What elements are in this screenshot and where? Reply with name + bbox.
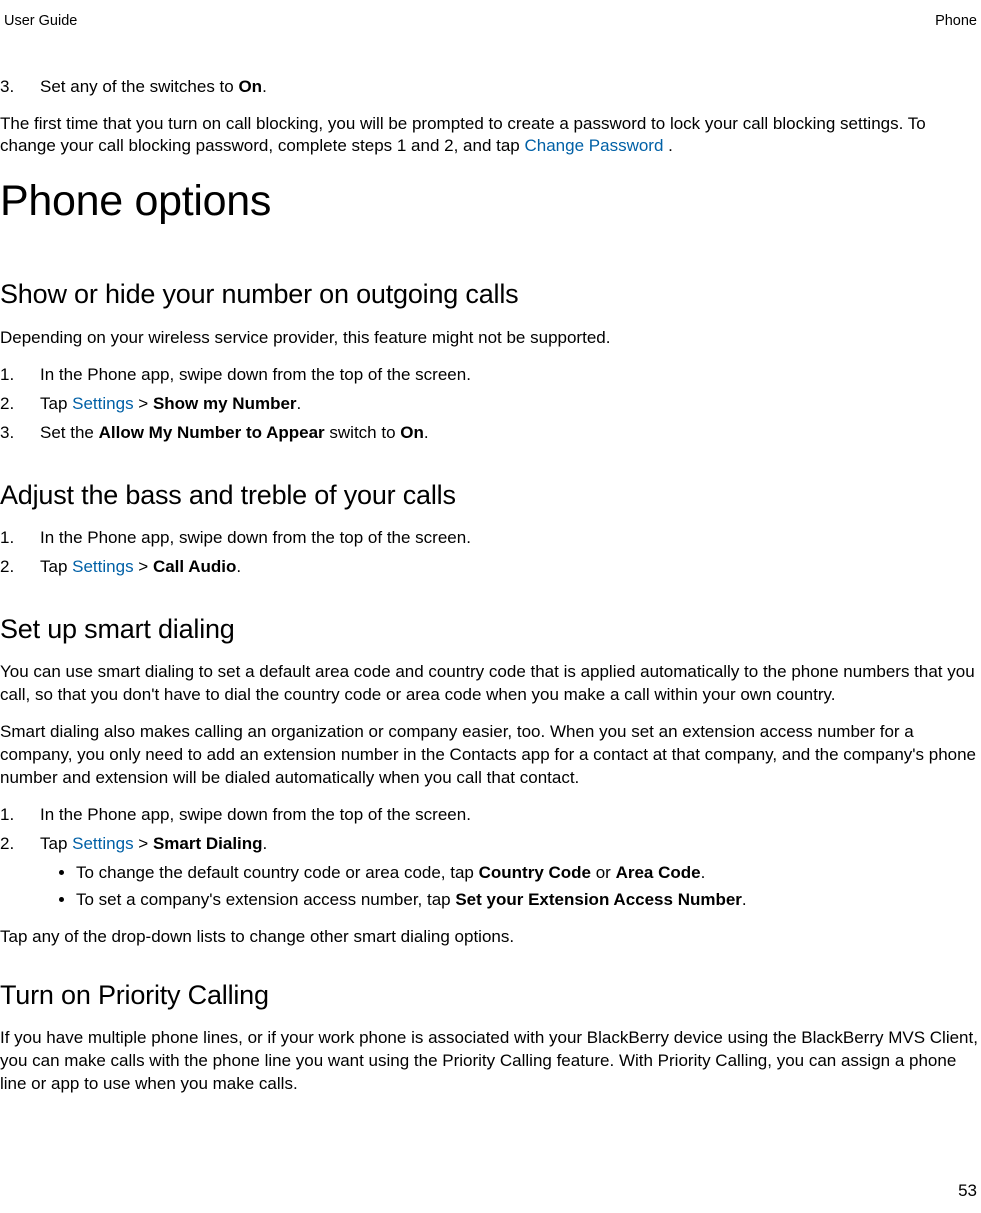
section-heading-priority-calling: Turn on Priority Calling xyxy=(0,977,981,1013)
link-settings[interactable]: Settings xyxy=(72,557,133,576)
bold: Call Audio xyxy=(153,557,236,576)
list-item: 2. Tap Settings > Smart Dialing. xyxy=(0,833,981,856)
text: . xyxy=(742,890,747,909)
list-item: To change the default country code or ar… xyxy=(76,862,981,885)
section-heading-bass-treble: Adjust the bass and treble of your calls xyxy=(0,477,981,513)
text: switch to xyxy=(325,423,401,442)
text: Set the xyxy=(40,423,99,442)
bold: On xyxy=(238,77,262,96)
bold: Allow My Number to Appear xyxy=(99,423,325,442)
bold: Set your Extension Access Number xyxy=(455,890,742,909)
text: . xyxy=(297,394,302,413)
bold: Area Code xyxy=(616,863,701,882)
sec1-steps: 1. In the Phone app, swipe down from the… xyxy=(0,364,981,445)
paragraph: If you have multiple phone lines, or if … xyxy=(0,1027,981,1096)
text: Tap xyxy=(40,394,72,413)
page-header: User Guide Phone xyxy=(0,12,981,32)
text: . xyxy=(663,136,672,155)
text: > xyxy=(134,557,153,576)
text: . xyxy=(236,557,241,576)
list-item: 2. Tap Settings > Call Audio. xyxy=(0,556,981,579)
sec3-bullets: To change the default country code or ar… xyxy=(0,862,981,912)
header-left: User Guide xyxy=(4,12,77,32)
paragraph: You can use smart dialing to set a defau… xyxy=(0,661,981,707)
link-change-password[interactable]: Change Password xyxy=(525,136,664,155)
list-item: To set a company's extension access numb… xyxy=(76,889,981,912)
sec3-steps: 1. In the Phone app, swipe down from the… xyxy=(0,804,981,856)
step-marker: 1. xyxy=(0,804,30,827)
bold: Show my Number xyxy=(153,394,297,413)
text: To change the default country code or ar… xyxy=(76,863,479,882)
text: . xyxy=(701,863,706,882)
section-heading-smart-dialing: Set up smart dialing xyxy=(0,611,981,647)
paragraph: The first time that you turn on call blo… xyxy=(0,113,981,159)
text: > xyxy=(134,394,153,413)
text: Set any of the switches to xyxy=(40,77,238,96)
step-marker: 2. xyxy=(0,393,30,416)
text: In the Phone app, swipe down from the to… xyxy=(40,528,471,547)
list-item: 1. In the Phone app, swipe down from the… xyxy=(0,804,981,827)
intro-steps: 3. Set any of the switches to On. xyxy=(0,76,981,99)
section-heading-show-number: Show or hide your number on outgoing cal… xyxy=(0,276,981,312)
step-marker: 3. xyxy=(0,76,30,99)
text: In the Phone app, swipe down from the to… xyxy=(40,805,471,824)
text: . xyxy=(424,423,429,442)
step-marker: 3. xyxy=(0,422,30,445)
list-item: 1. In the Phone app, swipe down from the… xyxy=(0,364,981,387)
step-marker: 1. xyxy=(0,527,30,550)
step-marker: 1. xyxy=(0,364,30,387)
step-marker: 2. xyxy=(0,556,30,579)
text: . xyxy=(262,77,267,96)
link-settings[interactable]: Settings xyxy=(72,834,133,853)
text: Tap xyxy=(40,834,72,853)
text: Tap xyxy=(40,557,72,576)
page: User Guide Phone 3. Set any of the switc… xyxy=(0,0,981,1213)
page-number: 53 xyxy=(958,1180,977,1203)
paragraph: Depending on your wireless service provi… xyxy=(0,327,981,350)
text: The first time that you turn on call blo… xyxy=(0,114,926,156)
text: To set a company's extension access numb… xyxy=(76,890,455,909)
text: In the Phone app, swipe down from the to… xyxy=(40,365,471,384)
link-settings[interactable]: Settings xyxy=(72,394,133,413)
text: . xyxy=(263,834,268,853)
bold: Smart Dialing xyxy=(153,834,263,853)
list-item: 1. In the Phone app, swipe down from the… xyxy=(0,527,981,550)
text: or xyxy=(591,863,616,882)
paragraph: Smart dialing also makes calling an orga… xyxy=(0,721,981,790)
header-right: Phone xyxy=(935,12,977,32)
bold: On xyxy=(400,423,424,442)
list-item: 3. Set any of the switches to On. xyxy=(0,76,981,99)
list-item: 3. Set the Allow My Number to Appear swi… xyxy=(0,422,981,445)
paragraph: Tap any of the drop-down lists to change… xyxy=(0,926,981,949)
list-item: 2. Tap Settings > Show my Number. xyxy=(0,393,981,416)
page-title: Phone options xyxy=(0,172,981,230)
step-marker: 2. xyxy=(0,833,30,856)
bold: Country Code xyxy=(479,863,591,882)
sec2-steps: 1. In the Phone app, swipe down from the… xyxy=(0,527,981,579)
text: > xyxy=(134,834,153,853)
